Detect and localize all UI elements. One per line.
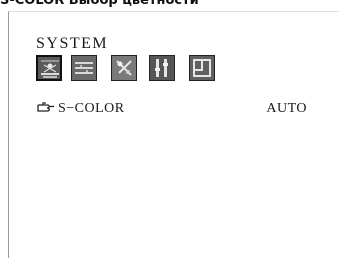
tools-icon[interactable] (149, 55, 175, 81)
setting-label: S−COLOR (58, 101, 125, 116)
position-icon[interactable] (189, 55, 215, 81)
s-color-setting-row[interactable]: S−COLOR AUTO (37, 100, 307, 118)
hand-pointer-icon (37, 102, 54, 112)
page-title: S-COLOR Выбор цветности (0, 0, 199, 8)
osd-menu-title: SYSTEM (36, 35, 109, 52)
color-icon[interactable] (111, 55, 137, 81)
setting-value[interactable]: AUTO (266, 100, 307, 118)
geometry-icon[interactable] (71, 55, 97, 81)
picture-icon[interactable] (36, 55, 62, 81)
